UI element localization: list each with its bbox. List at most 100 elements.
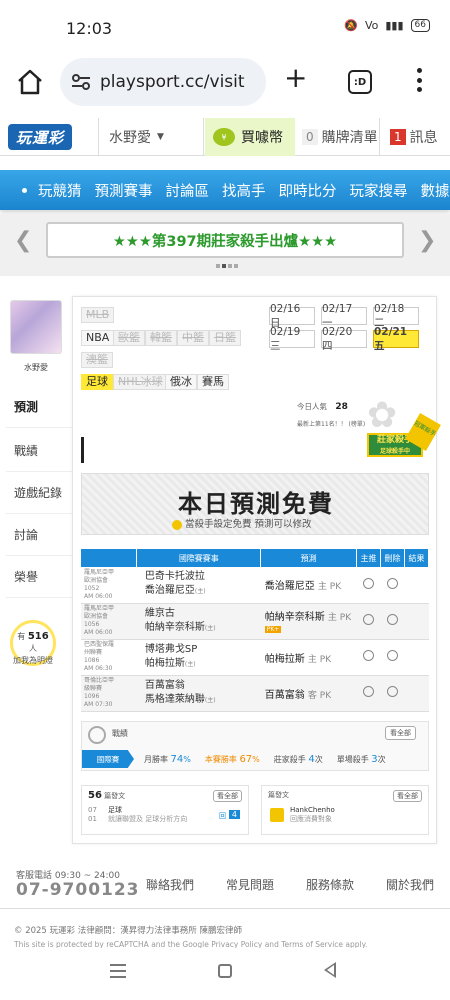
league-tag[interactable]: 歐籃 xyxy=(113,330,145,346)
dealer-killer-badge: ✿ 莊家殺手 足球殺手中 冠軍殺手 xyxy=(367,395,441,461)
delete-radio[interactable] xyxy=(387,686,399,697)
main-pick-radio[interactable] xyxy=(363,577,375,589)
nav-item-experts[interactable]: 找高手 xyxy=(222,180,266,201)
tab-switcher-button[interactable]: :D xyxy=(348,70,372,94)
main-nav: 玩競猜 預測賽事 討論區 找高手 即時比分 玩家搜尋 數據 xyxy=(0,170,450,210)
prediction-input[interactable] xyxy=(81,437,362,463)
result-cell xyxy=(404,639,429,676)
league-tag-active[interactable]: 足球 xyxy=(81,374,113,390)
more-menu-icon[interactable] xyxy=(416,68,422,92)
footer-link-faq[interactable]: 常見問題 xyxy=(226,876,274,893)
post-item[interactable]: 足球 就讓聯盟及 足球分析方向 xyxy=(108,806,187,824)
sidebar-item-discuss[interactable]: 討論 xyxy=(6,514,72,556)
col-meta xyxy=(81,549,138,567)
user-avatar-icon xyxy=(270,808,284,822)
buy-coin-button[interactable]: ¥ 買噱幣 xyxy=(205,118,295,156)
footer-link-contact[interactable]: 聯絡我們 xyxy=(146,876,194,893)
user-dropdown[interactable]: 水野愛 ▼ xyxy=(98,118,204,156)
view-all-replies-button[interactable]: 看全部 xyxy=(393,790,422,802)
nav-item-data[interactable]: 數據 xyxy=(421,180,450,201)
site-logo[interactable]: 玩運彩 xyxy=(8,124,72,150)
league-tag[interactable]: MLB xyxy=(81,307,115,323)
avatar[interactable] xyxy=(10,300,62,354)
delete-radio[interactable] xyxy=(387,614,399,625)
date-button[interactable]: 02/16 日 xyxy=(269,303,315,329)
nav-item-livescore[interactable]: 即時比分 xyxy=(279,180,337,201)
buy-coin-label: 買噱幣 xyxy=(241,130,283,146)
date-button-selected[interactable]: 02/21 五 xyxy=(373,326,419,352)
date-button[interactable]: 02/18 二 xyxy=(373,303,419,329)
footer-link-terms[interactable]: 服務條款 xyxy=(306,876,354,893)
banner-pager xyxy=(216,264,238,268)
free-subtitle: 當殺手設定免費 預測可以修改 xyxy=(172,516,312,530)
pick-cell[interactable]: 帕納辛奈科斯 主 PK PK+ xyxy=(260,603,357,640)
pick-cell[interactable]: 百萬富翁 客 PK xyxy=(260,675,357,712)
new-tab-icon[interactable]: + xyxy=(284,64,307,92)
next-arrow-icon[interactable]: ❯ xyxy=(418,228,436,253)
messages-button[interactable]: 1 訊息 xyxy=(384,118,450,156)
table-row: 哥倫比亞甲 級聯賽 1096 AM 07:30 百萬富翁 馬格達萊納聯(主) 百萬富翁 … xyxy=(81,675,429,712)
league-tag[interactable]: 中籃 xyxy=(177,330,209,346)
record-category-pill[interactable]: 國際賽 xyxy=(82,750,134,768)
delete-radio[interactable] xyxy=(387,577,399,589)
pick-cell[interactable]: 帕梅拉斯 主 PK xyxy=(260,639,357,676)
sidebar-item-record[interactable]: 戰績 xyxy=(6,430,72,472)
prediction-panel: MLB NBA 歐籃 韓籃 中籃 日籃 澳籃 足球 NHL冰球 俄冰 賽馬 02… xyxy=(72,296,441,844)
monthly-win-rate: 月勝率 74% xyxy=(144,753,191,765)
nav-item-player-search[interactable]: 玩家搜尋 xyxy=(350,180,408,201)
date-button[interactable]: 02/19 三 xyxy=(269,326,315,352)
col-delete: 刪除 xyxy=(380,549,405,567)
info-icon xyxy=(172,519,182,530)
view-all-button[interactable]: 看全部 xyxy=(385,726,416,740)
match-teams: 博塔弗戈SP 帕梅拉斯(主) xyxy=(136,639,261,676)
main-pick-radio[interactable] xyxy=(363,614,375,625)
league-tag[interactable]: 日籃 xyxy=(209,330,241,346)
match-teams: 巴奇卡托波拉 喬治羅尼亞(主) xyxy=(136,567,261,604)
footer-link-about[interactable]: 關於我們 xyxy=(386,876,434,893)
nav-item-play[interactable]: 玩競猜 xyxy=(38,180,82,201)
view-all-posts-button[interactable]: 看全部 xyxy=(213,790,242,802)
match-teams: 百萬富翁 馬格達萊納聯(主) xyxy=(136,675,261,712)
pick-cell[interactable]: 喬治羅尼亞 主 PK xyxy=(260,567,357,604)
hotline-number[interactable]: 07-9700123 xyxy=(16,880,140,900)
prev-arrow-icon[interactable]: ❮ xyxy=(14,228,32,253)
profile-sidebar: 水野愛 預測 戰績 遊戲紀錄 討論 榮譽 有 516 人 加我為明燈 xyxy=(6,296,72,676)
recents-icon[interactable] xyxy=(110,964,126,978)
nav-item-forum[interactable]: 討論區 xyxy=(166,180,210,201)
table-row: 羅馬尼亞甲 歐洲協會 1056 AM 06:00 維京古 帕納辛奈科斯(主) 帕納辛奈科… xyxy=(81,603,429,640)
date-button[interactable]: 02/17 一 xyxy=(321,303,367,329)
nav-item-predict[interactable]: 預測賽事 xyxy=(95,180,153,201)
popularity-stat: 今日人氣 28 xyxy=(297,401,348,412)
footer-divider xyxy=(0,908,450,909)
date-button[interactable]: 02/20 四 xyxy=(321,326,367,352)
bulb-prefix: 有 xyxy=(17,632,26,641)
match-teams: 維京古 帕納辛奈科斯(主) xyxy=(136,603,261,640)
home-icon[interactable] xyxy=(16,68,44,96)
league-tag[interactable]: NHL冰球 xyxy=(113,374,168,390)
league-tag[interactable]: 俄冰 xyxy=(165,374,197,390)
battery-icon: 66 xyxy=(410,19,430,32)
sidebar-item-honor[interactable]: 榮譽 xyxy=(6,556,72,598)
league-tag[interactable]: NBA xyxy=(81,330,115,346)
sidebar-item-predict[interactable]: 預測 xyxy=(6,386,72,428)
col-main: 主推 xyxy=(356,549,382,567)
main-pick-radio[interactable] xyxy=(363,650,375,661)
sidebar-item-game-log[interactable]: 遊戲紀錄 xyxy=(6,472,72,514)
league-tag[interactable]: 澳籃 xyxy=(81,352,113,368)
address-bar[interactable]: playsport.cc/visit xyxy=(60,58,266,106)
post-date: 07 01 xyxy=(88,806,97,823)
site-settings-icon[interactable] xyxy=(70,71,92,93)
replies-panel: 篇發文 看全部 HankChenho 回應消費對象 xyxy=(261,785,429,835)
league-tag[interactable]: 韓籃 xyxy=(145,330,177,346)
league-tag[interactable]: 賽馬 xyxy=(197,374,229,390)
lightbulb-follow-button[interactable]: 有 516 人 加我為明燈 xyxy=(10,620,56,666)
reply-item[interactable]: HankChenho 回應消費對象 xyxy=(290,806,335,824)
delete-radio[interactable] xyxy=(387,650,399,661)
free-prediction-banner: 本日預測免費 當殺手設定免費 預測可以修改 xyxy=(81,473,429,535)
home-button-icon[interactable] xyxy=(218,964,232,978)
main-pick-radio[interactable] xyxy=(363,686,375,697)
free-subtitle-text: 當殺手設定免費 預測可以修改 xyxy=(185,519,312,530)
announcement-text[interactable]: ★★★第397期莊家殺手出爐★★★ xyxy=(46,222,404,258)
reply-panel-label: 篇發文 xyxy=(268,791,289,799)
cart-button[interactable]: 0 購牌清單 xyxy=(296,118,380,156)
